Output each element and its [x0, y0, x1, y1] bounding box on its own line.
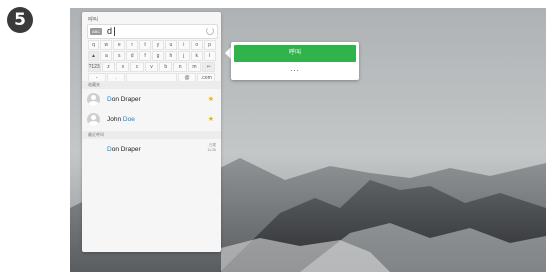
- key[interactable]: b: [159, 61, 173, 72]
- contact-name: Don Draper: [107, 96, 141, 103]
- contact-name: John Doe: [107, 116, 135, 123]
- contact-name: Don Draper: [107, 146, 141, 153]
- recent-section-label: 最近呼叫: [82, 131, 221, 139]
- panel-title: 呼叫: [88, 17, 99, 23]
- shift-key[interactable]: ▲: [87, 50, 100, 61]
- key[interactable]: t: [139, 39, 152, 50]
- text-caret: [114, 27, 115, 36]
- list-item[interactable]: John Doe ★: [82, 110, 221, 130]
- keyboard-row: q w e r t y u i o p: [87, 39, 216, 50]
- key[interactable]: x: [116, 61, 130, 72]
- key[interactable]: o: [190, 39, 203, 50]
- list-item[interactable]: Don Draper 已拨 11:26: [82, 140, 221, 160]
- numbers-key[interactable]: ?123: [87, 61, 101, 72]
- call-panel: 呼叫 ABC d q w e r t y u i o p ▲ a s d f g…: [82, 12, 221, 252]
- call-meta: 已拨 11:26: [207, 143, 217, 152]
- search-text[interactable]: d: [107, 26, 112, 36]
- key[interactable]: h: [164, 50, 177, 61]
- key[interactable]: z: [101, 61, 116, 72]
- key[interactable]: l: [203, 50, 216, 61]
- star-icon: ★: [207, 96, 214, 103]
- step-number-badge: 5: [7, 7, 33, 33]
- keyboard-row: ▲ a s d f g h j k l: [87, 50, 216, 61]
- key[interactable]: n: [173, 61, 187, 72]
- onscreen-keyboard: q w e r t y u i o p ▲ a s d f g h j k l …: [87, 39, 216, 83]
- key[interactable]: i: [177, 39, 190, 50]
- key[interactable]: c: [130, 61, 144, 72]
- key[interactable]: y: [152, 39, 164, 50]
- key[interactable]: r: [126, 39, 139, 50]
- input-mode-tag[interactable]: ABC: [90, 28, 103, 35]
- call-options-popup: 呼叫 ...: [231, 42, 359, 80]
- call-button[interactable]: 呼叫: [234, 45, 356, 62]
- loading-spinner-icon: [206, 27, 214, 35]
- key[interactable]: d: [126, 50, 139, 61]
- backspace-key[interactable]: ⇐: [202, 61, 216, 72]
- key[interactable]: w: [100, 39, 113, 50]
- favorites-section-label: 收藏夹: [82, 81, 221, 89]
- more-options-button[interactable]: ...: [234, 64, 356, 77]
- key[interactable]: j: [177, 50, 190, 61]
- device-screen: 呼叫 ABC d q w e r t y u i o p ▲ a s d f g…: [70, 8, 546, 272]
- keyboard-row: ?123 z x c v b n m ⇐: [87, 61, 216, 72]
- star-icon: ★: [207, 116, 214, 123]
- avatar: [87, 113, 100, 126]
- key[interactable]: p: [203, 39, 216, 50]
- key[interactable]: f: [139, 50, 152, 61]
- key[interactable]: k: [190, 50, 203, 61]
- list-item[interactable]: Don Draper ★: [82, 90, 221, 110]
- key[interactable]: a: [100, 50, 113, 61]
- key[interactable]: q: [87, 39, 100, 50]
- key[interactable]: v: [144, 61, 159, 72]
- key[interactable]: s: [113, 50, 126, 61]
- key[interactable]: e: [113, 39, 126, 50]
- key[interactable]: u: [164, 39, 177, 50]
- key[interactable]: g: [152, 50, 164, 61]
- avatar: [87, 93, 100, 106]
- key[interactable]: m: [187, 61, 202, 72]
- search-input[interactable]: ABC d: [87, 24, 218, 39]
